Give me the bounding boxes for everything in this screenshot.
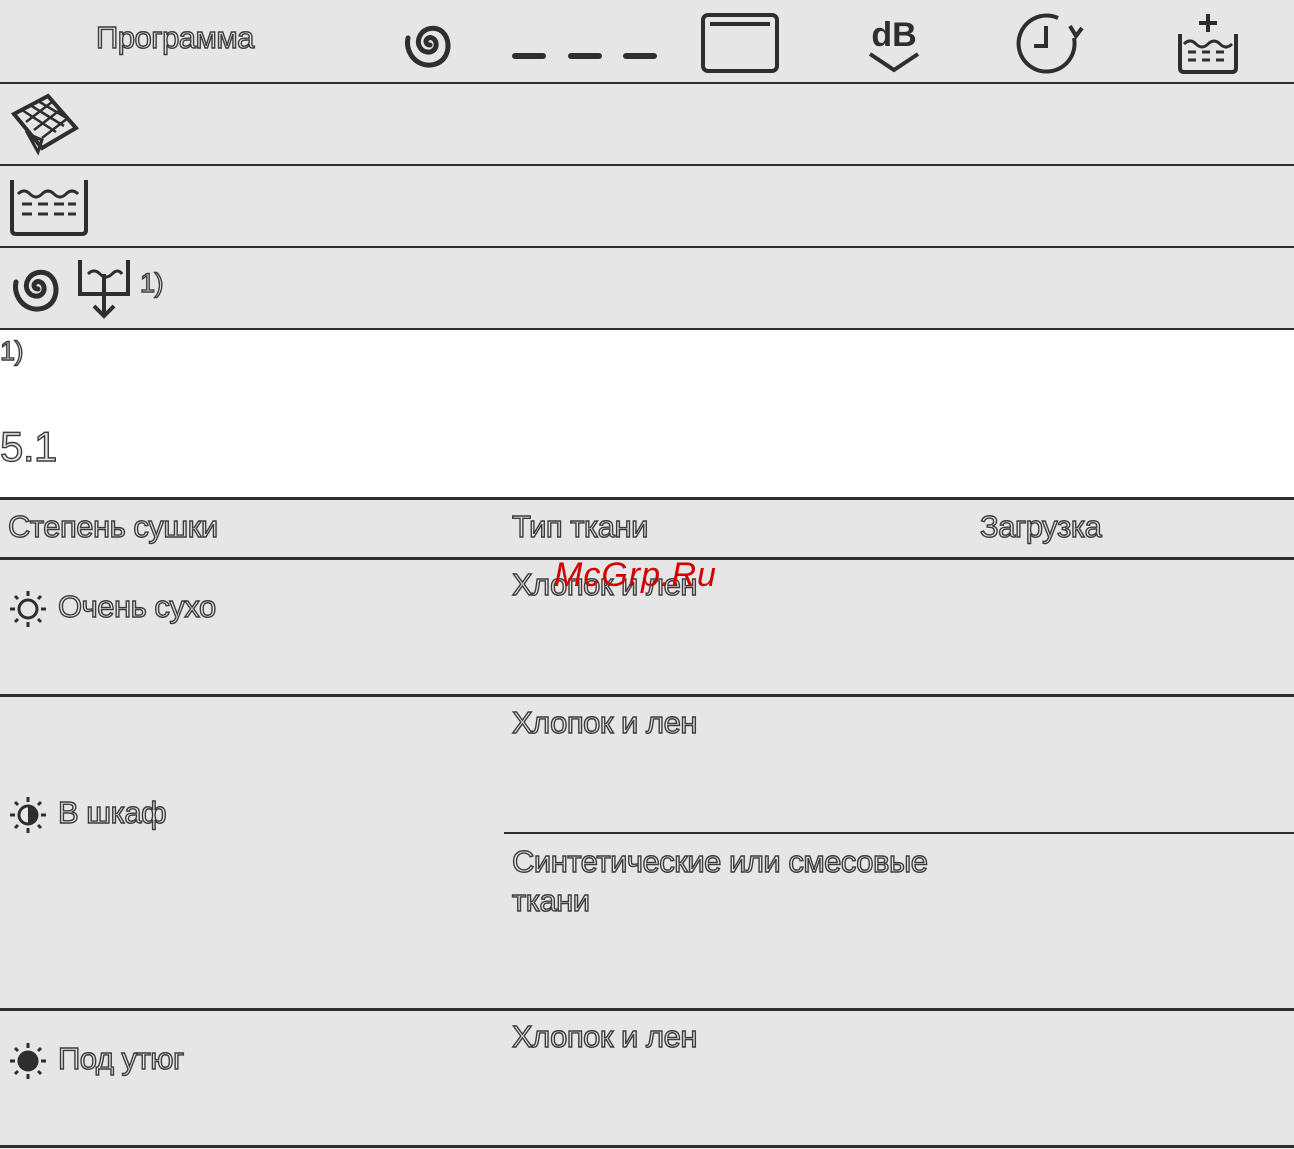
sub-row-rule [504, 832, 1294, 834]
fabric-type-label: Синтетические или смесовые ткани [511, 843, 928, 918]
program-table-header: Программа dB [0, 0, 1294, 84]
drying-level-label: В шкаф [57, 794, 167, 830]
spin-spiral-icon [10, 258, 66, 318]
table-top-rule [0, 497, 1294, 500]
drain-icon [76, 256, 132, 320]
dashed-lines-icon [510, 50, 660, 62]
watermark: McGrp.Ru [554, 556, 717, 594]
footnote-reference: 1) [139, 267, 164, 298]
row-rule [0, 1008, 1294, 1011]
extra-water-icon [1176, 10, 1240, 76]
program-column-header: Программа [95, 19, 255, 55]
fabric-type-label: Хлопок и лен [511, 1018, 698, 1054]
water-tub-icon [8, 176, 90, 238]
program-table-row [0, 84, 1294, 166]
program-table-row [0, 166, 1294, 248]
column-header-fabric-type: Тип ткани [511, 508, 649, 544]
drum-icon [700, 12, 780, 74]
column-header-load: Загрузка [979, 508, 1102, 544]
table-bottom-rule [0, 1145, 1294, 1148]
drying-level-label: Под утюг [57, 1040, 185, 1076]
anti-crease-fabric-icon [8, 92, 80, 156]
footnote-marker: 1) [0, 335, 24, 366]
sun-empty-icon [8, 589, 48, 634]
drying-level-label: Очень сухо [57, 588, 217, 624]
column-header-drying-level: Степень сушки [7, 508, 219, 544]
fabric-type-label: Хлопок и лен [511, 704, 698, 740]
section-number: 5.1 [0, 422, 58, 470]
timer-icon [1016, 12, 1084, 76]
spin-spiral-icon [402, 14, 458, 74]
program-table-row: 1) [0, 248, 1294, 330]
sun-full-icon [8, 1041, 48, 1086]
sun-half-icon [8, 795, 48, 840]
low-noise-db-icon: dB [864, 12, 924, 76]
row-rule [0, 694, 1294, 697]
svg-text:dB: dB [871, 16, 916, 54]
